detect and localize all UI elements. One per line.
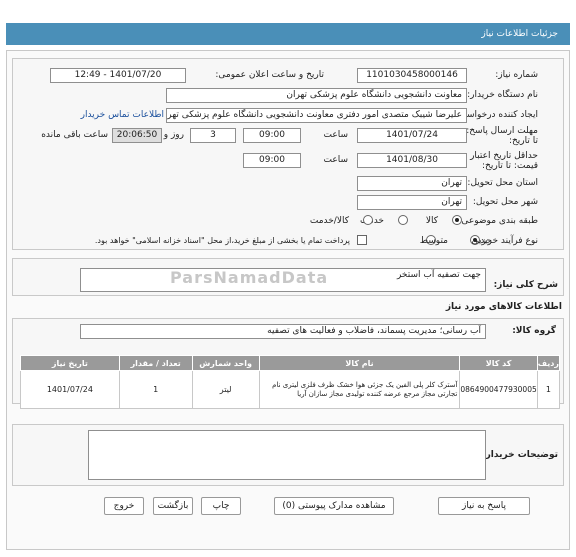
goods-section-title: اطلاعات کالاهای مورد نیاز [445,302,562,312]
category-option-goods-service: کالا/خدمت [309,216,349,226]
validity-date-field: 1401/08/30 [357,153,467,168]
reply-button[interactable]: پاسخ به نیاز [438,497,530,515]
goods-group-field: آب رسانی؛ مدیریت پسماند، فاضلاب و فعالیت… [80,324,486,339]
cell-qty: 1 [118,370,193,409]
buyer-org-field: معاونت دانشجویی دانشگاه علوم پزشکی تهران [166,88,467,103]
watermark: ParsNamadData [170,268,329,287]
col-date: تاریخ نیاز [20,355,120,371]
reply-time-label: ساعت [323,130,349,140]
goods-group-label: گروه کالا: [512,326,556,336]
col-code: کد کالا [459,355,538,371]
reply-time-field: 09:00 [243,128,301,143]
category-radio-goods[interactable] [452,215,462,225]
category-radio-service[interactable] [398,215,408,225]
buyer-org-label: نام دستگاه خریدار: [467,90,538,100]
category-radio-goods-service[interactable] [363,215,373,225]
cell-code: 0864900477930005 [459,370,538,409]
buyer-notes-label: توضیحات خریدار: [482,450,558,460]
back-button[interactable]: بازگشت [153,497,193,515]
need-number-field: 1101030458000146 [357,68,467,83]
col-name: نام کالا [258,355,461,371]
col-qty: تعداد / مقدار [118,355,193,371]
cell-index: 1 [536,370,561,409]
category-label: طبقه بندی موضوعی: [458,216,538,226]
creator-field: علیرضا شیبک متصدی امور دفتری معاونت دانش… [166,108,467,123]
category-option-goods: کالا [425,216,438,226]
exit-button[interactable]: خروج [104,497,144,515]
creator-label: ایجاد کننده درخواست: [455,110,538,120]
days-field: 3 [190,128,236,143]
province-field: تهران [357,176,467,191]
table-row: 1 0864900477930005 آسترک کلر پلی الفین ی… [20,370,561,409]
days-label: روز و [163,130,184,140]
print-button[interactable]: چاپ [201,497,241,515]
payment-note: پرداخت تمام یا بخشی از مبلغ خرید،از محل … [94,236,350,245]
goods-table: ردیف کد کالا نام کالا واحد شمارش تعداد /… [20,355,561,409]
reply-deadline-label: مهلت ارسال پاسخ: تا تاریخ: [466,126,538,146]
cell-date: 1401/07/24 [20,370,120,409]
need-number-label: شماره نیاز: [495,70,538,80]
min-validity-label: حداقل تاریخ اعتبار قیمت: تا تاریخ: [470,151,538,171]
validity-time-field: 09:00 [243,153,301,168]
process-option-medium: متوسط [419,236,448,246]
col-index: ردیف [536,355,561,371]
announce-label: تاریخ و ساعت اعلان عمومی: [215,70,324,80]
buyer-notes-field [88,430,486,480]
attachments-button[interactable]: مشاهده مدارک پیوستی (0) [274,497,394,515]
province-label: استان محل تحویل: [467,178,538,188]
reply-date-field: 1401/07/24 [357,128,467,143]
announce-field: 1401/07/20 - 12:49 [50,68,186,83]
cell-unit: لیتر [191,370,260,409]
payment-checkbox[interactable] [357,235,367,245]
cell-name: آسترک کلر پلی الفین یک جزئی هوا خشک ظرف … [258,370,461,409]
process-option-minor: جزیی [471,236,492,246]
contact-info-link[interactable]: اطلاعات تماس خریدار [81,110,164,120]
remaining-time-field: 20:06:50 [112,128,162,143]
page-title: جزئیات اطلاعات نیاز [6,23,570,45]
city-field: تهران [357,195,467,210]
validity-time-label: ساعت [323,155,349,165]
remaining-label: ساعت باقی مانده [41,130,108,140]
summary-label: شرح کلی نیاز: [493,280,558,290]
city-label: شهر محل تحویل: [472,197,538,207]
col-unit: واحد شمارش [191,355,260,371]
